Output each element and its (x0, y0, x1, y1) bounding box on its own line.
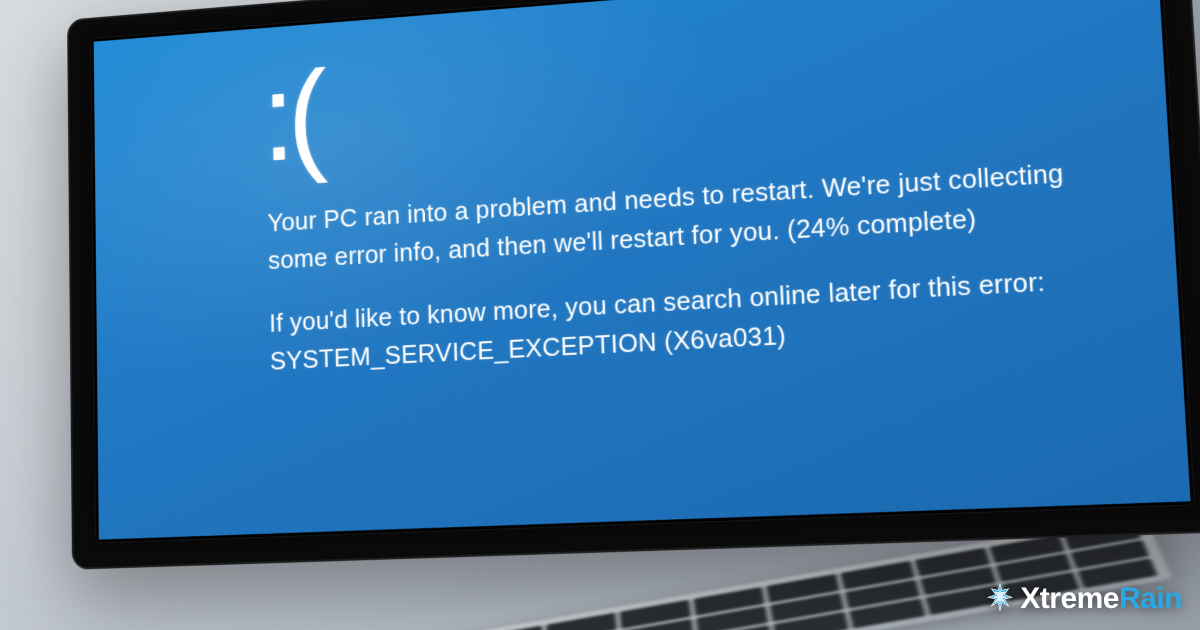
bsod-secondary-message: If you'd like to know more, you can sear… (269, 260, 1084, 381)
watermark-text: XtremeRain (1020, 582, 1182, 616)
laptop-outer-frame: :( Your PC ran into a problem and needs … (67, 0, 1200, 570)
watermark-logo-icon (983, 582, 1017, 616)
laptop-bezel: :( Your PC ran into a problem and needs … (90, 0, 1195, 544)
bsod-screen: :( Your PC ran into a problem and needs … (94, 0, 1191, 540)
source-watermark: XtremeRain (983, 582, 1182, 616)
watermark-text-accent: Rain (1119, 582, 1182, 615)
watermark-text-prefix: Xtreme (1020, 582, 1119, 615)
sad-face-emoticon: :( (261, 0, 1072, 180)
bsod-main-message: Your PC ran into a problem and needs to … (267, 153, 1078, 280)
